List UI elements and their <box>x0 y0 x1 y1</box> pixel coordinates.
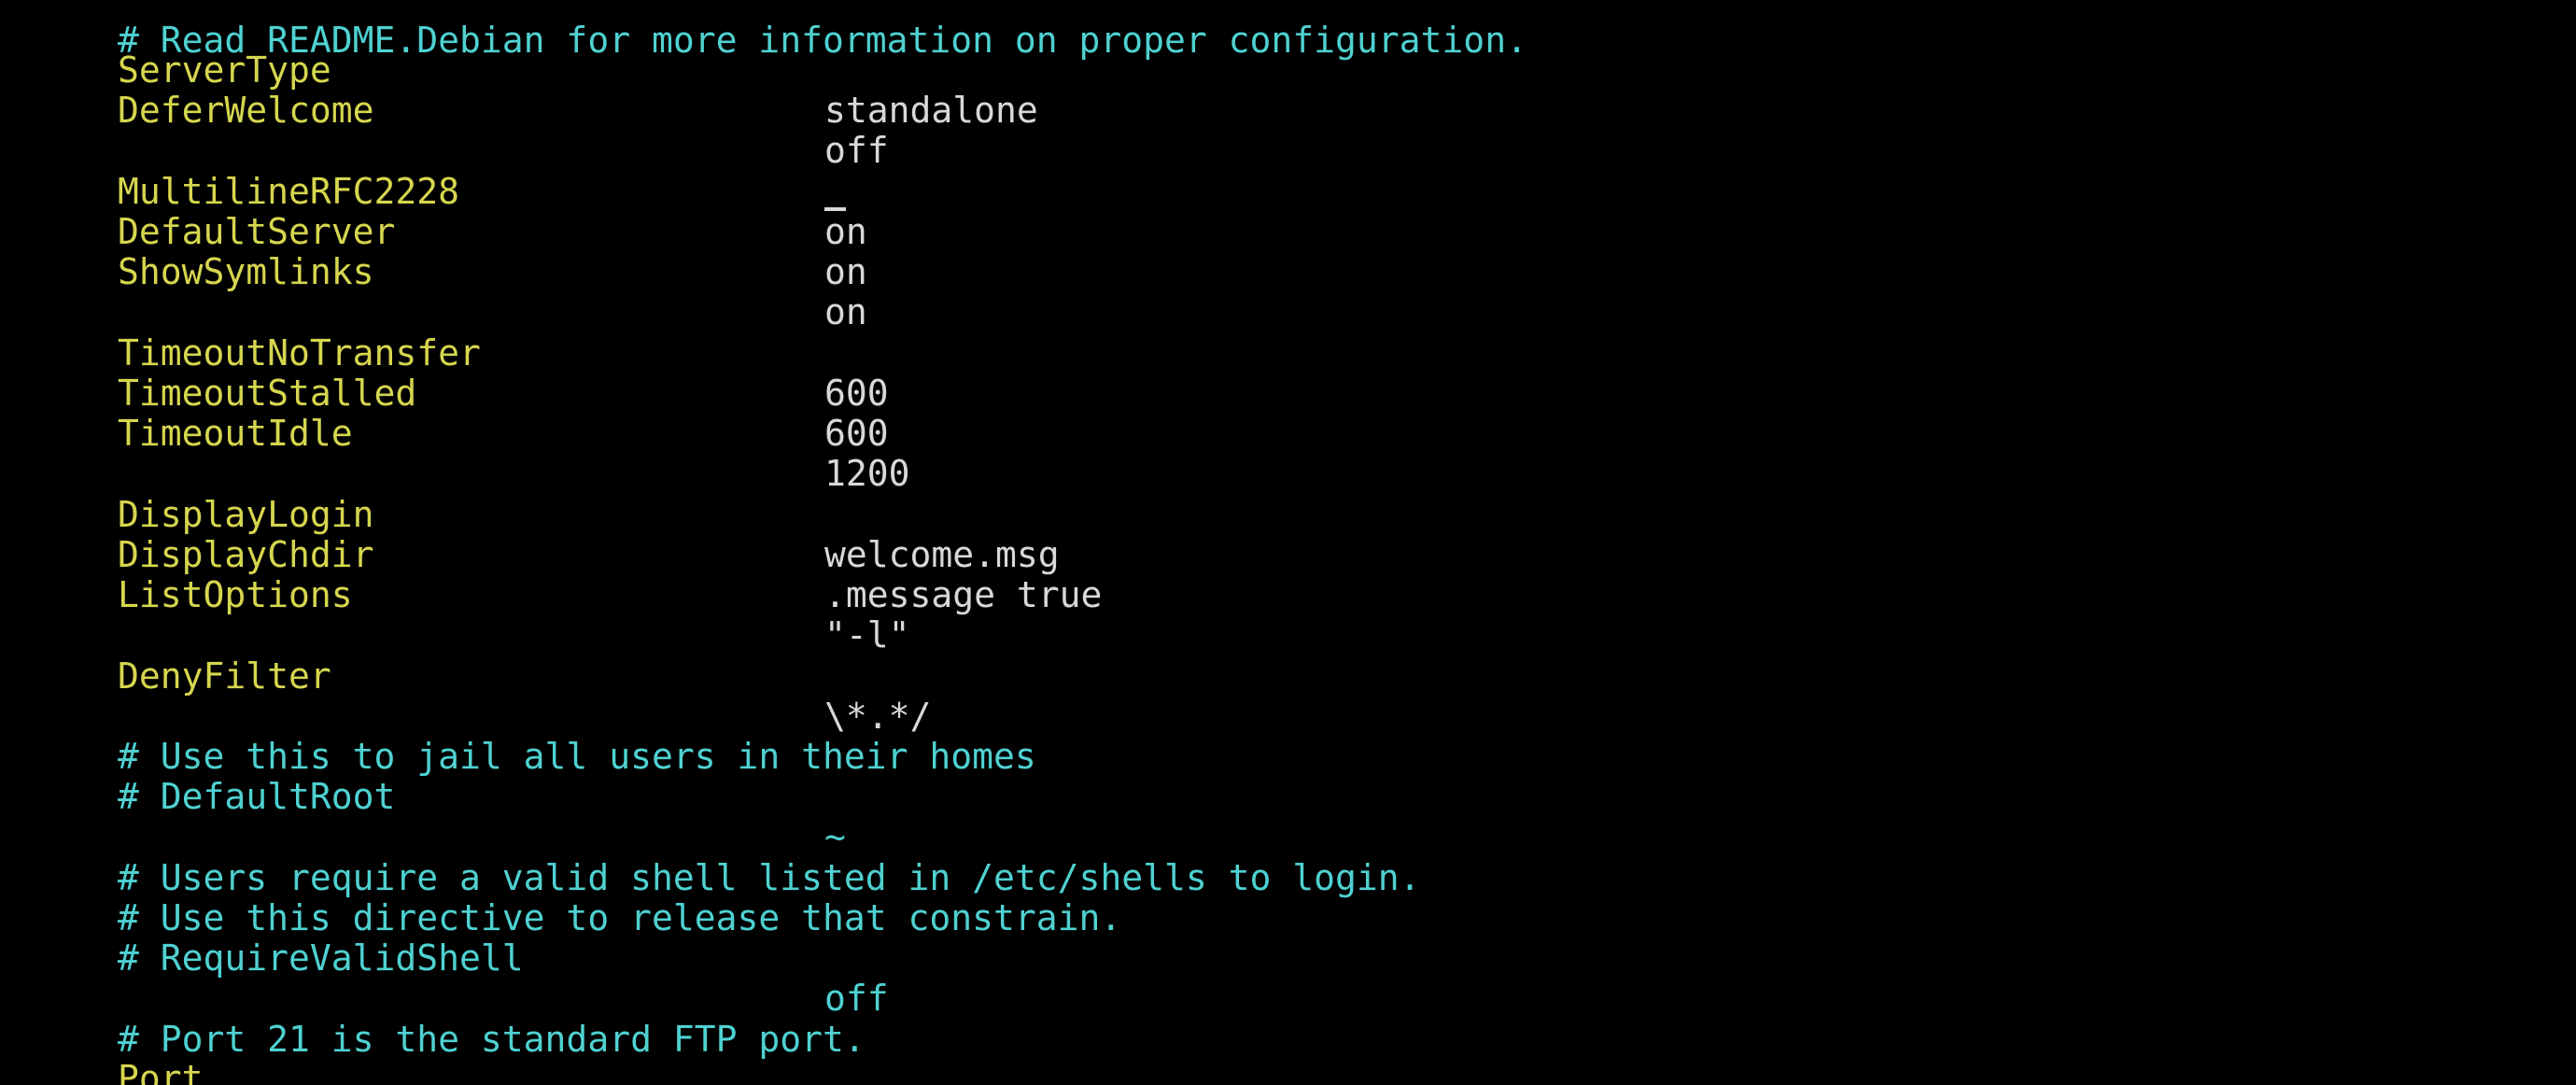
config-line-listoptions: ListOptions "-l" <box>0 535 2576 655</box>
config-line-denyfilter: DenyFilter \*.*/ <box>0 616 2576 737</box>
directive-value: on <box>824 251 867 292</box>
config-line-displaychdir: DisplayChdir .message true <box>0 495 2576 615</box>
directive-key: ListOptions <box>118 574 353 615</box>
config-line-defaultserver: DefaultServer on <box>0 172 2576 292</box>
config-line-deferwelcome: DeferWelcome off <box>0 50 2576 171</box>
directive-key: DeferWelcome <box>118 90 374 131</box>
directive-value: standalone <box>824 90 1038 131</box>
config-line-timeoutnotransfer: TimeoutNoTransfer 600 <box>0 293 2576 414</box>
config-line-showsymlinks: ShowSymlinks on <box>0 212 2576 332</box>
config-line-shell-comment-1: # Users require a valid shell listed in … <box>0 818 2576 898</box>
config-line-timeoutstalled: TimeoutStalled 600 <box>0 333 2576 454</box>
config-line-servertype: ServerType standalone <box>0 10 2576 131</box>
directive-key: DenyFilter <box>118 655 331 697</box>
text-cursor <box>824 207 846 211</box>
config-line-requirevalidshell: # RequireValidShell off <box>0 898 2576 1019</box>
config-line-jail-comment: # Use this to jail all users in their ho… <box>0 697 2576 777</box>
terminal-editor[interactable]: # Read README.Debian for more informatio… <box>0 0 2576 1085</box>
config-line-shell-comment-2: # Use this directive to release that con… <box>0 858 2576 938</box>
directive-value: 600 <box>824 413 889 454</box>
commented-directive-key: # RequireValidShell <box>118 937 524 979</box>
directive-key: ShowSymlinks <box>118 251 374 292</box>
directive-key: Port <box>118 1058 204 1085</box>
commented-directive-key: # DefaultRoot <box>118 776 396 817</box>
config-line-multilinerfc2228: MultilineRFC2228 on <box>0 132 2576 252</box>
config-line-displaylogin: DisplayLogin welcome.msg <box>0 455 2576 575</box>
directive-key: TimeoutIdle <box>118 413 353 454</box>
config-line-port-comment: # Port 21 is the standard FTP port. <box>0 979 2576 1060</box>
directive-value: .message true <box>824 574 1103 615</box>
config-line-timeoutidle: TimeoutIdle 1200 <box>0 373 2576 494</box>
config-line-defaultroot: # DefaultRoot ~ <box>0 737 2576 857</box>
config-line-port: Port 21 <box>0 1019 2576 1085</box>
